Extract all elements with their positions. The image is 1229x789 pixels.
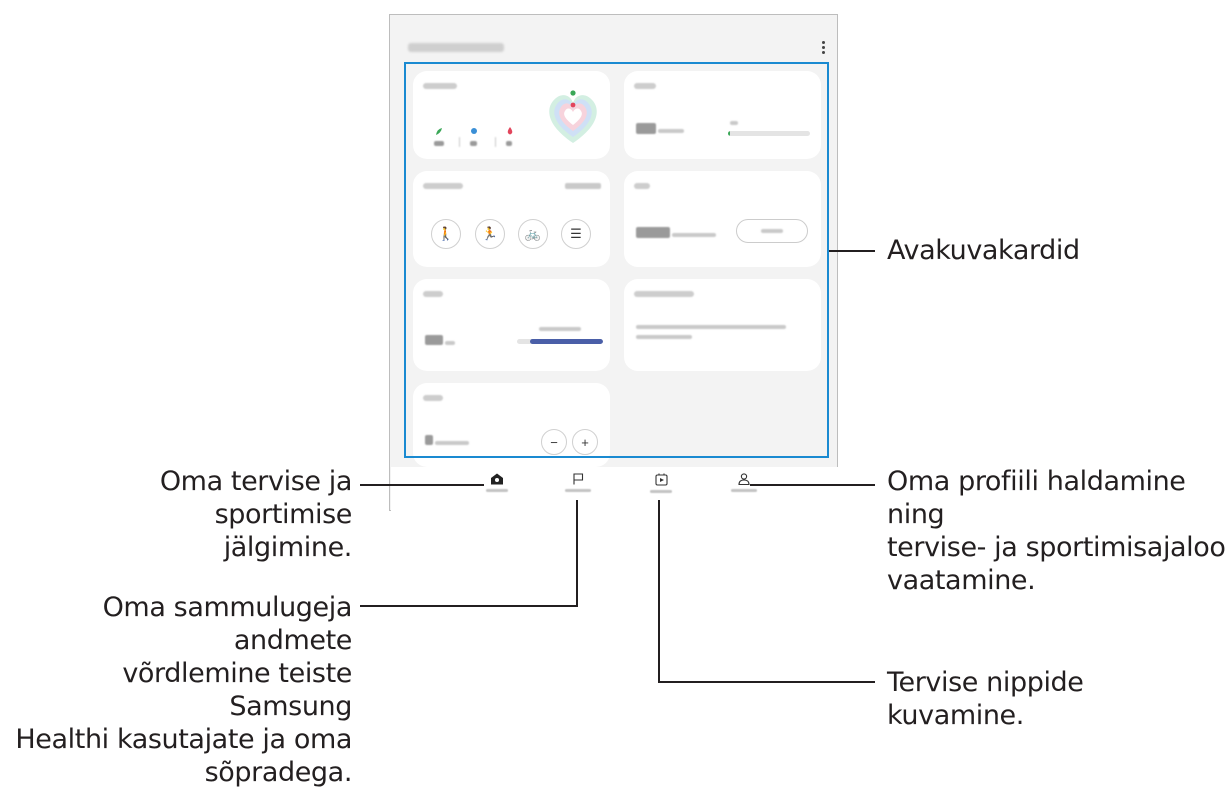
callout-my-page-tab: Oma profiili haldamine ning tervise- ja … [887, 466, 1226, 596]
home-cards-highlight [404, 62, 829, 458]
nav-together[interactable] [558, 473, 598, 492]
leader-line-discover-v [658, 500, 660, 683]
leader-line-mypage [750, 484, 875, 486]
leader-line-home [360, 484, 484, 486]
home-icon [491, 473, 503, 485]
app-title [408, 43, 504, 52]
leader-line-discover-h [658, 681, 875, 683]
callout-discover-tab: Tervise nippide kuvamine. [887, 667, 1084, 731]
nav-home[interactable] [477, 473, 517, 492]
bottom-navigation [391, 467, 838, 511]
leader-line-together-v [576, 500, 578, 607]
leader-line-together-h [360, 605, 578, 607]
person-icon [738, 473, 750, 485]
play-calendar-icon [654, 473, 668, 486]
leader-line-cards [829, 250, 875, 252]
more-options-icon[interactable] [822, 41, 826, 56]
nav-discover[interactable] [641, 473, 681, 493]
callout-together-tab: Oma sammulugeja andmete võrdlemine teist… [15, 592, 352, 788]
callout-home-tab: Oma tervise ja sportimise jälgimine. [159, 466, 353, 563]
callout-home-cards: Avakuvakardid [887, 235, 1080, 266]
flag-icon [573, 473, 584, 485]
nav-my-page[interactable] [724, 473, 764, 492]
